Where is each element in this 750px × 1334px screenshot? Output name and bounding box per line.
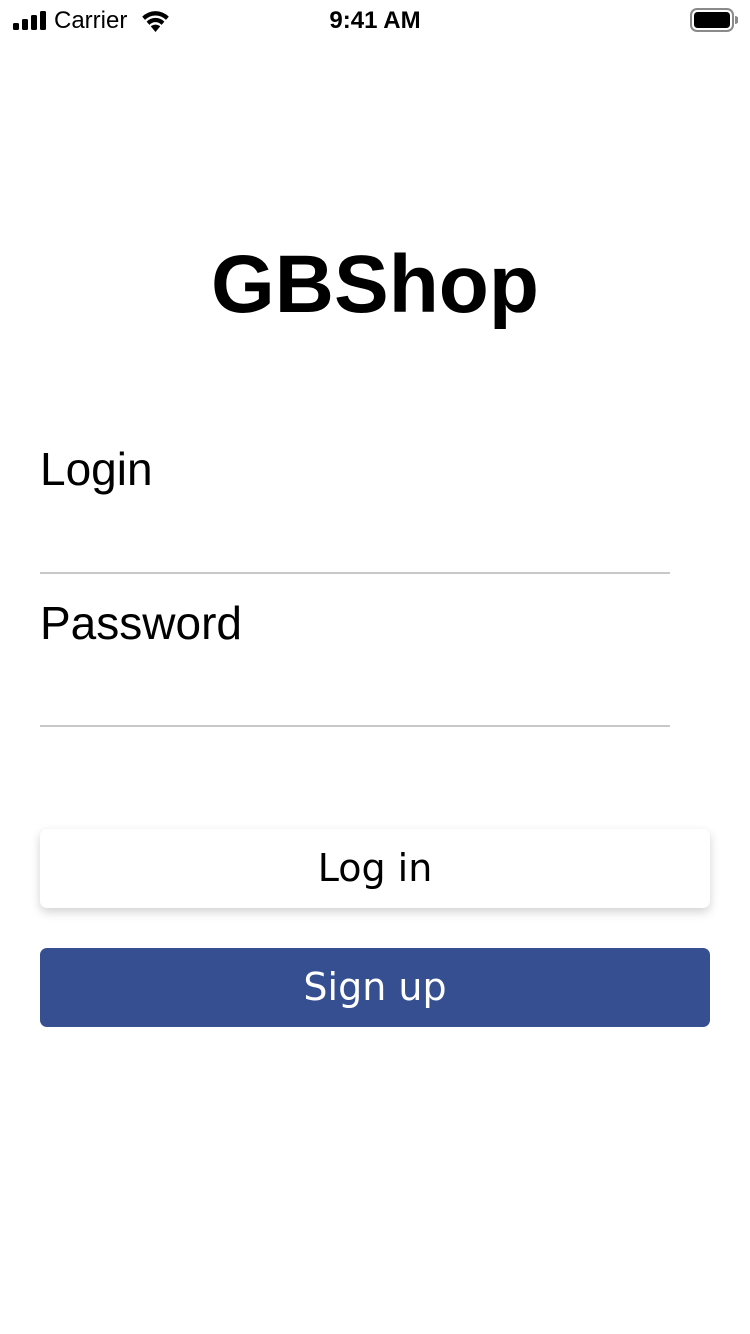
- login-input[interactable]: [40, 524, 670, 568]
- password-label: Password: [40, 597, 242, 649]
- password-input[interactable]: [40, 678, 670, 722]
- status-time: 9:41 AM: [329, 7, 421, 34]
- status-bar: Carrier 9:41 AM: [0, 0, 750, 40]
- login-underline: [40, 572, 670, 574]
- login-label: Login: [40, 443, 153, 495]
- login-screen: Carrier 9:41 AM GBShop Login Password Lo…: [0, 0, 750, 1334]
- password-underline: [40, 725, 670, 727]
- battery-icon: [690, 8, 738, 32]
- app-title: GBShop: [211, 239, 539, 330]
- password-field-group: Password: [40, 596, 670, 730]
- signup-button[interactable]: Sign up: [40, 948, 710, 1027]
- login-field-group: Login: [40, 442, 670, 576]
- login-button[interactable]: Log in: [40, 829, 710, 908]
